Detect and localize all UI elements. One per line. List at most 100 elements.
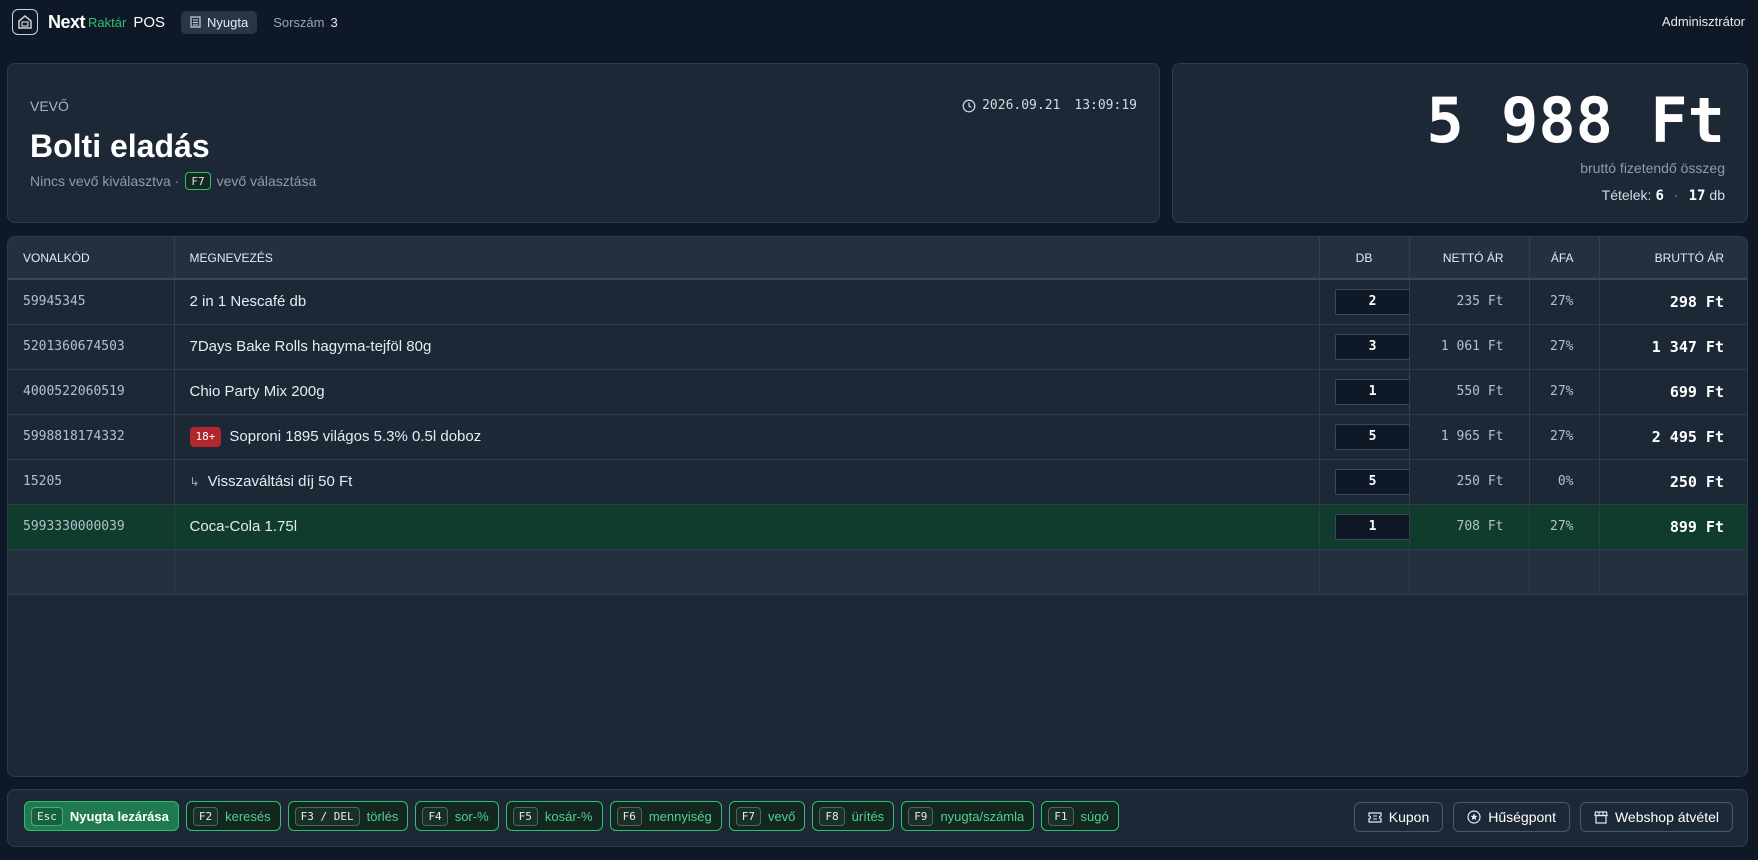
action-buttons: Kupon Hűségpont Webshop átvétel [1353,802,1733,832]
column-header-net-price: NETTÓ ÁR [1409,237,1530,280]
shortcut-label: sor-% [454,808,489,824]
footer-bar: Esc Nyugta lezárása F2 keresés F3 / DEL tör… [7,789,1748,847]
coupon-button[interactable]: Kupon [1353,802,1444,832]
receipt-invoice-button[interactable]: F9 nyugta/számla [901,801,1035,831]
document-mode-pill[interactable]: Nyugta [181,10,258,34]
row-gross-price: 699 Ft [1599,369,1747,415]
logo-icon [12,9,38,35]
age-restriction-badge: 18+ [189,426,222,447]
quantity-button[interactable]: F6 mennyiség [609,801,722,831]
items-label: Tételek: [1601,187,1652,203]
star-icon [1467,810,1481,824]
close-receipt-button[interactable]: Esc Nyugta lezárása [24,801,179,831]
row-net-price: 250 Ft [1409,459,1530,505]
select-customer-text[interactable]: vevő választása [217,173,317,189]
total-amount: 5 988 Ft [1426,84,1725,157]
customer-panel: VEVŐ Bolti eladás Nincs vevő kiválasztva… [7,63,1160,223]
customer-name: Bolti eladás [30,128,210,164]
row-name: Visszaváltási díj 50 Ft [207,473,353,490]
row-vat: 27% [1529,369,1600,415]
shortcut-label: törlés [366,808,399,824]
serial-number: Sorszám 3 [273,15,338,30]
shortcut-label: vevő [767,808,796,824]
total-label: bruttó fizetendő összeg [1580,160,1725,176]
shortcut-key: F7 [735,806,761,826]
clock-icon [962,99,976,112]
clear-button[interactable]: F8 ürítés [812,801,895,831]
serial-number-label: Sorszám [273,14,325,30]
row-qty-input[interactable]: 5 [1334,423,1408,450]
row-barcode: 5201360674503 [8,324,175,370]
customer-button[interactable]: F7 vevő [728,801,806,831]
customer-label: VEVŐ [30,98,69,114]
brand-pos: POS [133,13,165,31]
shortcut-label: ürítés [851,808,885,824]
shortcut-list: Esc Nyugta lezárása F2 keresés F3 / DEL tör… [24,801,1119,831]
row-name: Soproni 1895 világos 5.3% 0.5l doboz [229,427,482,445]
row-qty-input[interactable]: 2 [1334,288,1408,315]
shortcut-key: F3 / DEL [294,806,360,826]
row-barcode: 59945345 [8,279,175,325]
table-row[interactable]: 4000522060519 Chio Party Mix 200g 1 550 … [8,369,1747,415]
shortcut-label: Nyugta lezárása [69,808,169,824]
items-separator: · [1673,187,1679,203]
row-net-price: 708 Ft [1409,504,1530,550]
items-count: Tételek: 6 · 17 db [1602,187,1725,204]
items-unit: db [1709,187,1725,203]
table-row[interactable]: 5998818174332 18+ Soproni 1895 világos 5.… [8,414,1747,460]
store-icon [1594,810,1608,824]
date: 2026.09.21 [982,98,1061,113]
row-vat: 27% [1529,324,1600,370]
row-barcode: 4000522060519 [8,369,175,415]
cart-discount-button[interactable]: F5 kosár-% [505,801,603,831]
loyalty-points-button[interactable]: Hűségpont [1453,802,1570,832]
top-bar: Next Raktár POS Nyugta Sorszám 3 Adminisz… [0,0,1758,44]
row-name: 2 in 1 Nescafé db [174,279,1320,325]
row-qty-input[interactable]: 5 [1334,468,1408,495]
row-name: Coca-Cola 1.75l [174,504,1320,550]
table-row[interactable]: 59945345 2 in 1 Nescafé db 2 235 Ft 27% … [8,279,1747,325]
delete-button[interactable]: F3 / DEL törlés [287,801,409,831]
row-qty-input[interactable]: 1 [1334,378,1408,405]
shortcut-label: súgó [1080,808,1109,824]
shortcut-key: Esc [31,806,63,826]
brand-next: Next [48,11,86,32]
row-vat: 27% [1529,504,1600,550]
column-header-name: MEGNEVEZÉS [174,237,1320,280]
items-lines: 6 [1655,188,1664,204]
customer-subtext: Nincs vevő kiválasztva · F7 vevő választ… [30,172,316,190]
help-button[interactable]: F1 súgó [1041,801,1119,831]
row-qty-input[interactable]: 1 [1334,513,1408,540]
shortcut-key: F1 [1048,806,1074,826]
search-button[interactable]: F2 keresés [185,801,281,831]
column-header-qty: DB [1319,237,1410,280]
select-customer-key[interactable]: F7 [185,172,211,190]
table-row[interactable]: 15205 ↳ Visszaváltási díj 50 Ft 5 250 Ft … [8,459,1747,505]
row-gross-price: 899 Ft [1599,504,1747,550]
row-barcode: 15205 [8,459,175,505]
table-row-selected[interactable]: 5993330000039 Coca-Cola 1.75l 1 708 Ft 2… [8,504,1747,550]
table-row-empty[interactable] [8,549,1747,595]
ticket-icon [1368,811,1382,823]
row-gross-price: 2 495 Ft [1599,414,1747,460]
time: 13:09:19 [1074,98,1137,113]
line-discount-button[interactable]: F4 sor-% [415,801,499,831]
sub-item-arrow-icon: ↳ [189,475,200,489]
webshop-pickup-button[interactable]: Webshop átvétel [1579,802,1733,832]
shortcut-key: F8 [819,806,845,826]
user-name[interactable]: Adminisztrátor [1662,14,1745,29]
shortcut-key: F6 [616,806,642,826]
row-qty-input[interactable]: 3 [1334,333,1408,360]
column-header-gross-price: BRUTTÓ ÁR [1599,237,1747,280]
table-header: VONALKÓD MEGNEVEZÉS DB NETTÓ ÁR ÁFA BRUT… [8,237,1747,280]
row-net-price: 235 Ft [1409,279,1530,325]
table-row[interactable]: 5201360674503 7Days Bake Rolls hagyma-te… [8,324,1747,370]
row-name: Chio Party Mix 200g [174,369,1320,415]
datetime: 2026.09.21 13:09:19 [962,98,1137,113]
webshop-pickup-label: Webshop átvétel [1614,809,1719,825]
row-gross-price: 298 Ft [1599,279,1747,325]
row-barcode: 5993330000039 [8,504,175,550]
document-mode-label: Nyugta [207,14,249,30]
shortcut-label: kosár-% [544,808,593,824]
cart-table: VONALKÓD MEGNEVEZÉS DB NETTÓ ÁR ÁFA BRUT… [8,237,1747,595]
